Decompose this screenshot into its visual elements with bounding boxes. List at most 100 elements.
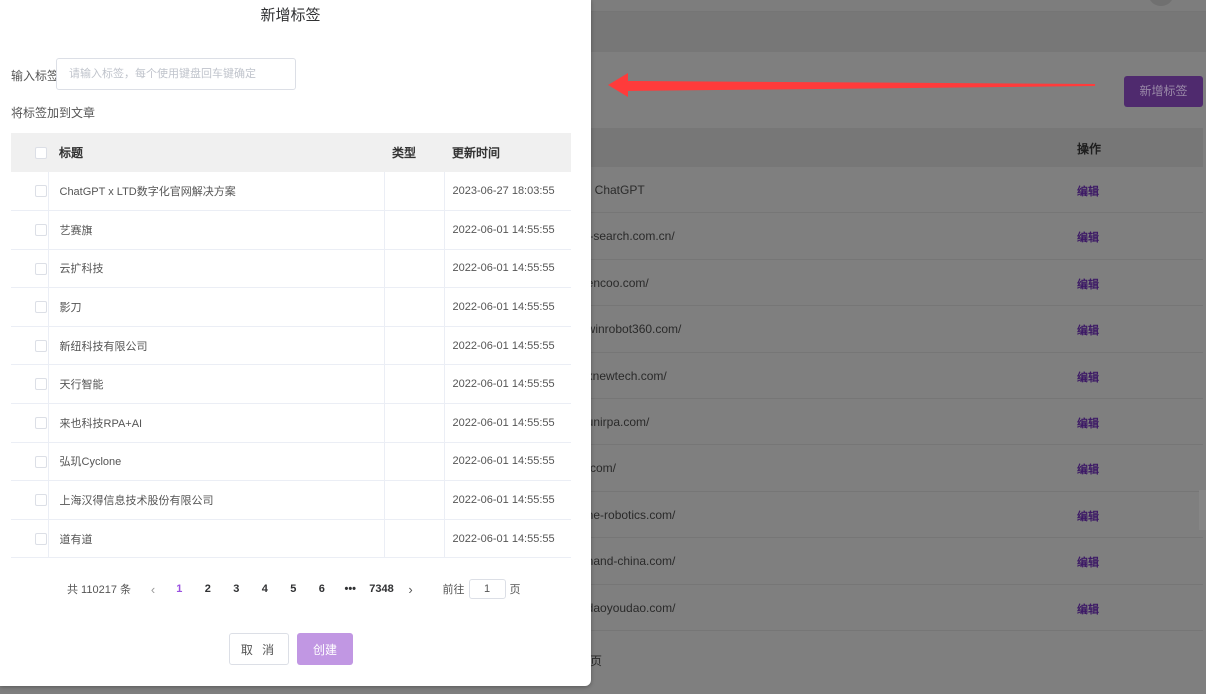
row-type — [383, 364, 444, 405]
row-time: 2023-06-27 18:03:55 — [443, 172, 571, 212]
row-title: 道有道 — [47, 519, 384, 559]
row-title: 艺赛旗 — [47, 210, 384, 250]
row-type — [383, 287, 444, 327]
bg-edit-link: 编辑 — [1077, 325, 1099, 338]
page-button[interactable]: 2 — [194, 583, 223, 595]
bg-table-header: 操作 — [580, 128, 1203, 167]
row-type — [383, 442, 444, 482]
row-title: 来也科技RPA+AI — [47, 403, 384, 443]
tag-input-label: 输入标签 — [11, 69, 60, 83]
bg-edit-link: 编辑 — [1077, 418, 1099, 430]
bg-table-row: /.xnewtech.com/编辑 — [580, 353, 1203, 399]
table-row[interactable]: 艺赛旗 2022-06-01 14:55:55 — [11, 210, 571, 250]
bg-edit-link: 编辑 — [1077, 557, 1099, 570]
row-time: 2022-06-01 14:55:55 — [443, 364, 571, 405]
row-title: 天行智能 — [47, 364, 384, 405]
add-tag-dialog: 新增标签 输入标签 将标签加到文章 标题 类型 更新时间 ChatGPT x L… — [0, 0, 591, 686]
bg-add-tag-button: 新增标签 — [1124, 76, 1203, 107]
cancel-button[interactable]: 取 消 — [229, 633, 289, 665]
create-button[interactable]: 创建 — [297, 633, 353, 665]
bg-url: /.i-search.com.cn/ — [580, 229, 675, 244]
bg-url: /.winrobot360.com/ — [580, 322, 682, 337]
column-type: 类型 — [384, 133, 444, 172]
row-type — [383, 480, 444, 520]
bg-table-row: e.com/编辑 — [580, 445, 1203, 492]
section-label: 将标签加到文章 — [11, 106, 96, 120]
row-title: ChatGPT x LTD数字化官网解决方案 — [47, 172, 384, 212]
row-time: 2022-06-01 14:55:55 — [443, 403, 571, 443]
row-checkbox[interactable] — [35, 378, 47, 391]
bg-edit-link: 编辑 — [1077, 603, 1099, 616]
bg-url: /.daoyoudao.com/ — [580, 600, 676, 615]
bg-action-header: 操作 — [1077, 142, 1102, 156]
row-time: 2022-06-01 14:55:55 — [443, 326, 571, 366]
row-title: 云扩科技 — [47, 249, 384, 289]
table-row[interactable]: 影刀 2022-06-01 14:55:55 — [11, 287, 571, 327]
table-row[interactable]: 上海汉得信息技术股份有限公司 2022-06-01 14:55:55 — [11, 480, 571, 520]
bg-url: one-robotics.com/ — [580, 507, 676, 522]
bg-url: /.xnewtech.com/ — [580, 368, 667, 383]
row-time: 2022-06-01 14:55:55 — [443, 249, 571, 289]
tag-input[interactable] — [56, 58, 296, 90]
row-time: 2022-06-01 14:55:55 — [443, 442, 571, 482]
row-title: 弘玑Cyclone — [47, 442, 384, 482]
table-header-row: 标题 类型 更新时间 — [11, 133, 571, 172]
page-button[interactable]: 6 — [308, 583, 337, 595]
annotation-arrow-icon — [608, 73, 1095, 97]
row-time: 2022-06-01 14:55:55 — [443, 519, 571, 559]
row-checkbox[interactable] — [35, 301, 47, 314]
row-time: 2022-06-01 14:55:55 — [443, 210, 571, 250]
bg-table-row: /.winrobot360.com/编辑 — [580, 306, 1203, 353]
table-row[interactable]: 道有道 2022-06-01 14:55:55 — [11, 519, 571, 559]
table-row[interactable]: 弘玑Cyclone 2022-06-01 14:55:55 — [11, 442, 571, 482]
select-all-checkbox[interactable] — [35, 147, 47, 160]
bg-edit-link: 编辑 — [1077, 510, 1099, 523]
goto-suffix: 页 — [509, 584, 521, 596]
row-type — [383, 210, 444, 250]
bg-edit-link: 编辑 — [1077, 371, 1099, 384]
goto-page-input[interactable] — [468, 579, 506, 599]
pagination: 共 110217 条 ‹ 123456•••7348 › 前往 页 — [67, 579, 521, 599]
bg-table-row: AI ChatGPT 编辑 — [580, 167, 1203, 214]
row-checkbox[interactable] — [35, 223, 47, 236]
table-row[interactable]: 云扩科技 2022-06-01 14:55:55 — [11, 249, 571, 289]
row-checkbox[interactable] — [35, 339, 47, 352]
next-page-button[interactable]: › — [399, 582, 423, 597]
bg-scrollbar — [1199, 490, 1206, 530]
bg-table-row: /.i-search.com.cn/编辑 — [580, 213, 1203, 260]
table-row[interactable]: ChatGPT x LTD数字化官网解决方案 2023-06-27 18:03:5… — [11, 172, 571, 212]
table-row[interactable]: 天行智能 2022-06-01 14:55:55 — [11, 364, 571, 405]
bg-url: /.hand-china.com/ — [580, 554, 676, 569]
row-checkbox[interactable] — [35, 455, 47, 468]
row-type — [383, 249, 444, 289]
table-row[interactable]: 来也科技RPA+AI 2022-06-01 14:55:55 — [11, 403, 571, 443]
more-pages-button[interactable]: ••• — [336, 583, 365, 595]
page-button[interactable]: 1 — [165, 583, 194, 595]
page-button[interactable]: 3 — [222, 583, 251, 595]
row-time: 2022-06-01 14:55:55 — [443, 287, 571, 327]
table-row[interactable]: 新纽科技有限公司 2022-06-01 14:55:55 — [11, 326, 571, 366]
bg-table-row: /.encoo.com/编辑 — [580, 260, 1203, 307]
bg-edit-link: 编辑 — [1077, 464, 1099, 477]
prev-page-button[interactable]: ‹ — [141, 582, 165, 597]
row-type — [383, 519, 444, 559]
column-title: 标题 — [48, 133, 384, 172]
bg-edit-link: 编辑 — [1077, 186, 1099, 198]
page-button[interactable]: 5 — [279, 583, 308, 595]
bg-table-row: one-robotics.com/编辑 — [580, 492, 1203, 539]
row-checkbox[interactable] — [35, 416, 47, 429]
bg-table-row: /.daoyoudao.com/编辑 — [580, 585, 1203, 631]
page-button[interactable]: 7348 — [365, 583, 399, 595]
row-checkbox[interactable] — [35, 494, 47, 507]
bg-page-suffix: 页 — [590, 654, 603, 668]
goto-prefix: 前往 — [442, 584, 465, 596]
page-button[interactable]: 4 — [251, 583, 280, 595]
row-type — [383, 326, 444, 366]
row-checkbox[interactable] — [35, 262, 47, 275]
column-time: 更新时间 — [444, 133, 571, 172]
row-checkbox[interactable] — [35, 532, 47, 545]
bg-edit-link: 编辑 — [1077, 232, 1099, 245]
article-table: 标题 类型 更新时间 ChatGPT x LTD数字化官网解决方案 2023-06… — [11, 133, 571, 559]
row-type — [383, 172, 444, 212]
row-checkbox[interactable] — [35, 185, 47, 198]
